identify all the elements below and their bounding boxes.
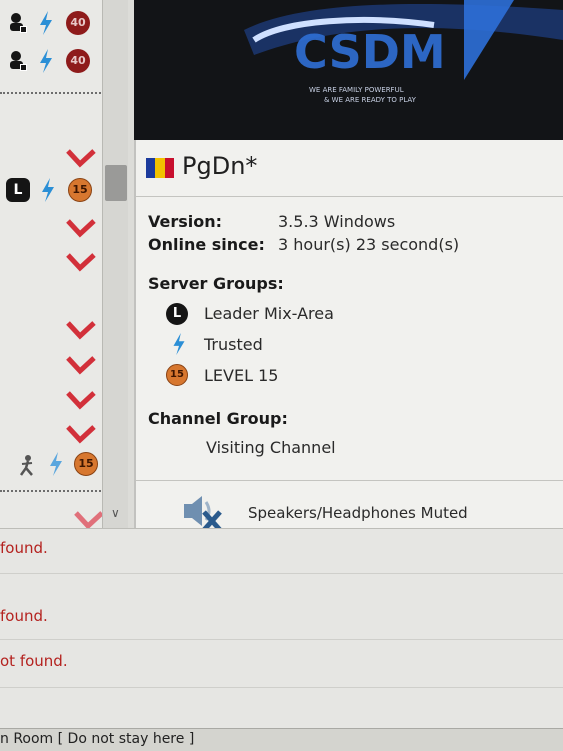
rank-chevron-icon — [66, 391, 96, 410]
speakers-muted-icon — [184, 496, 222, 532]
leader-icon: L — [166, 303, 188, 325]
level-15-badge-icon: 15 — [74, 452, 98, 476]
channel-tree[interactable]: 40 40 L 15 15 — [0, 0, 110, 528]
banner-tagline-1: WE ARE FAMILY POWERFUL — [309, 86, 404, 94]
server-group-name: Leader Mix-Area — [204, 304, 334, 323]
version-label: Version: — [148, 212, 223, 231]
rank-chevron-icon — [66, 321, 96, 340]
banner-logo-text: CSDM — [294, 25, 446, 79]
lightning-icon — [40, 11, 52, 35]
online-since-label: Online since: — [148, 235, 265, 254]
log-line: found. — [0, 539, 48, 557]
tree-scrollbar[interactable]: ∨ — [102, 0, 128, 528]
scroll-down-arrow-icon[interactable]: ∨ — [111, 506, 120, 520]
client-row[interactable]: 40 — [0, 48, 110, 74]
audio-status-text: Speakers/Headphones Muted — [248, 504, 468, 522]
lightning-icon — [40, 49, 52, 73]
tree-divider — [0, 490, 108, 492]
server-group-name: LEVEL 15 — [204, 366, 279, 385]
client-info-panel: PgDn* Version: 3.5.3 Windows Online sinc… — [134, 140, 563, 532]
user-icon — [10, 13, 27, 33]
country-flag-icon — [146, 158, 174, 178]
client-nickname: PgDn* — [182, 152, 258, 180]
log-line: ot found. — [0, 652, 68, 670]
leader-icon: L — [6, 178, 30, 202]
client-row[interactable]: 40 — [0, 10, 110, 36]
version-value: 3.5.3 Windows — [278, 212, 396, 231]
client-row-selected[interactable]: L 15 — [0, 178, 110, 204]
rank-chevron-icon — [66, 356, 96, 375]
lightning-icon — [42, 178, 54, 202]
level-15-badge-icon: 15 — [166, 364, 188, 386]
status-bar: n Room [ Do not stay here ] — [0, 728, 563, 751]
server-banner: CSDM WE ARE FAMILY POWERFUL & WE ARE REA… — [134, 0, 563, 140]
flag-stripe — [155, 158, 165, 178]
rank-chevron-icon — [66, 253, 96, 272]
level-40-badge-icon: 40 — [66, 11, 90, 35]
audio-divider — [136, 480, 563, 481]
rank-chevron-icon — [66, 149, 96, 168]
lightning-icon — [50, 452, 62, 476]
log-divider — [0, 639, 563, 640]
log-divider — [0, 573, 563, 574]
client-row[interactable]: 15 — [0, 452, 110, 478]
lightning-icon — [173, 333, 185, 355]
status-text: n Room [ Do not stay here ] — [0, 731, 195, 747]
banner-logo-image: CSDM WE ARE FAMILY POWERFUL & WE ARE REA… — [134, 0, 563, 140]
user-icon — [10, 51, 27, 71]
chat-log[interactable]: found. found. ot found. — [0, 528, 563, 731]
channel-group-label: Channel Group: — [148, 409, 288, 428]
scrollbar-thumb[interactable] — [105, 165, 127, 201]
rank-chevron-icon — [74, 511, 104, 528]
banner-tagline-2: & WE ARE READY TO PLAY — [324, 96, 417, 104]
rank-chevron-icon — [66, 425, 96, 444]
log-divider — [0, 687, 563, 688]
header-divider — [136, 196, 563, 197]
level-40-badge-icon: 40 — [66, 49, 90, 73]
server-groups-label: Server Groups: — [148, 274, 284, 293]
tree-divider — [0, 92, 108, 94]
flag-stripe — [164, 158, 174, 178]
rank-chevron-icon — [66, 219, 96, 238]
server-group-name: Trusted — [204, 335, 263, 354]
channel-group-value: Visiting Channel — [206, 438, 336, 457]
flag-stripe — [146, 158, 156, 178]
away-user-icon — [19, 455, 33, 476]
log-line: found. — [0, 607, 48, 625]
online-since-value: 3 hour(s) 23 second(s) — [278, 235, 460, 254]
level-15-badge-icon: 15 — [68, 178, 92, 202]
